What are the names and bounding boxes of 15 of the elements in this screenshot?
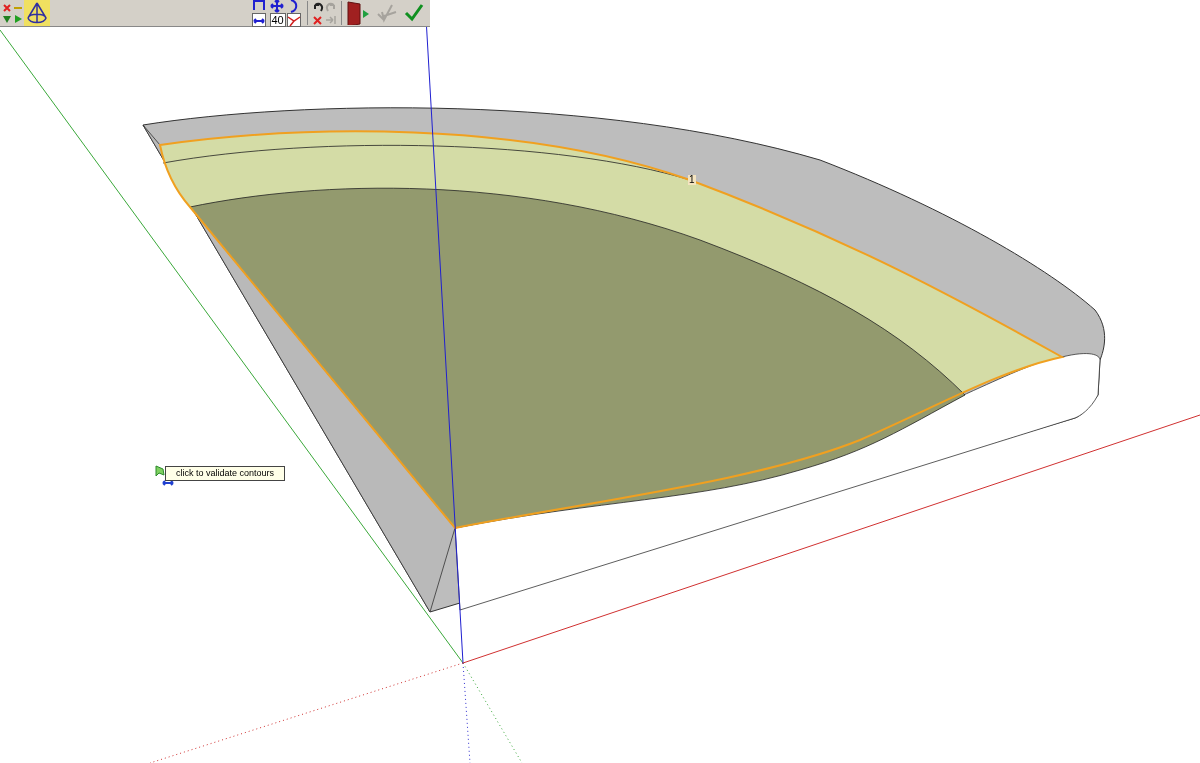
down-triangle-icon[interactable] — [2, 13, 12, 24]
angle-icon[interactable] — [286, 13, 301, 27]
bracket-icon[interactable] — [252, 0, 267, 13]
vertex-label: 1 — [688, 175, 696, 185]
undo-icon[interactable] — [312, 0, 324, 13]
cursor-icon — [155, 465, 175, 487]
cone-icon[interactable] — [24, 0, 50, 26]
cross-icon[interactable] — [2, 2, 12, 13]
checkmark-icon[interactable] — [404, 3, 424, 23]
width-arrows-icon[interactable] — [252, 13, 267, 27]
move-arrows-icon[interactable] — [269, 0, 284, 13]
right-triangle-icon[interactable] — [13, 13, 23, 24]
value-field[interactable]: 40 — [269, 13, 286, 27]
tooltip: click to validate contours — [165, 466, 286, 481]
exit-door-icon[interactable] — [346, 1, 370, 25]
